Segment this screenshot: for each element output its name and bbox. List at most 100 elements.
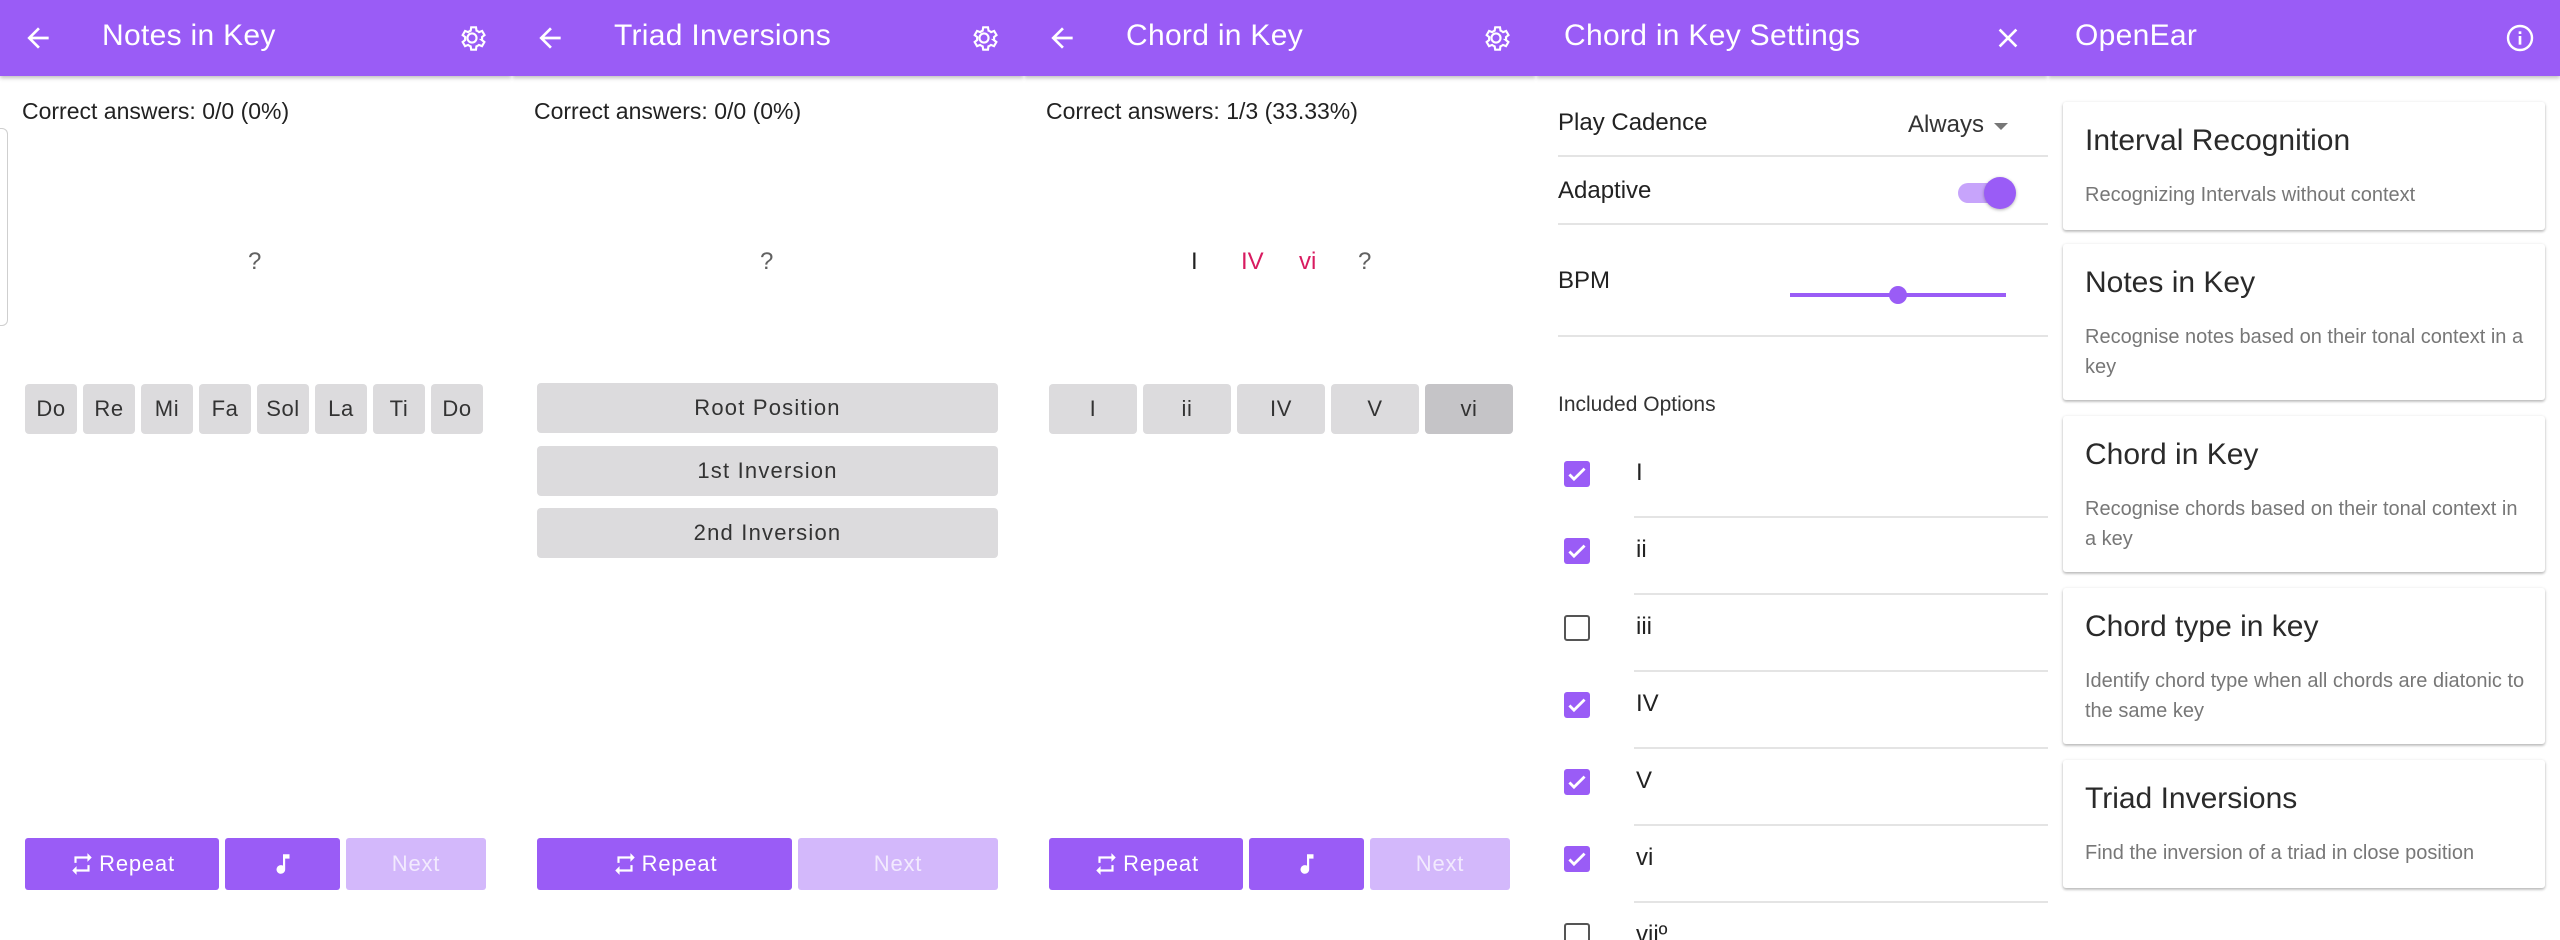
next-button[interactable]: Next [346, 838, 486, 890]
option-ii[interactable]: ii [1143, 384, 1231, 434]
info-button[interactable] [2500, 18, 2540, 58]
exercise-card[interactable]: Triad Inversions Find the inversion of a… [2063, 760, 2545, 888]
toolbar: Chord in Key Settings [1536, 0, 2048, 76]
option-1st-inversion[interactable]: 1st Inversion [537, 446, 998, 496]
next-button[interactable]: Next [1370, 838, 1510, 890]
included-option-row[interactable]: I [1536, 443, 2048, 519]
close-icon [1998, 28, 2018, 48]
included-option-label: viiº [1636, 921, 1668, 940]
gear-icon [973, 26, 998, 51]
score-text: Correct answers: 0/0 (0%) [22, 98, 290, 124]
exercise-description: Recognise notes based on their tonal con… [2085, 326, 2524, 378]
settings-button[interactable] [964, 18, 1004, 58]
triad-inversions-screen: Triad Inversions Correct answers: 0/0 (0… [512, 0, 1024, 940]
divider [1634, 747, 2048, 749]
checkbox-checked[interactable] [1564, 846, 1590, 872]
option-re[interactable]: Re [83, 384, 135, 434]
drawer-edge[interactable] [0, 128, 8, 326]
checkbox-checked[interactable] [1564, 692, 1590, 718]
option-2nd-inversion[interactable]: 2nd Inversion [537, 508, 998, 558]
checkbox-unchecked[interactable] [1564, 923, 1590, 940]
exercise-card[interactable]: Chord in Key Recognise chords based on t… [2063, 416, 2545, 572]
page-title: Chord in Key [1126, 19, 1304, 52]
action-bar: Repeat Next [25, 838, 486, 890]
back-button[interactable] [1042, 18, 1082, 58]
notes-in-key-screen: Notes in Key Correct answers: 0/0 (0%) ?… [0, 0, 512, 940]
checkmark-icon [1568, 852, 1586, 867]
sequence-item-wrong: IV [1241, 248, 1264, 275]
option-IV[interactable]: IV [1237, 384, 1325, 434]
settings-button[interactable] [452, 18, 492, 58]
play-cadence-row[interactable]: Play Cadence Always [1558, 89, 2048, 157]
included-option-label: vi [1636, 844, 1654, 871]
back-button[interactable] [18, 18, 58, 58]
checkmark-icon [1568, 775, 1586, 790]
exercise-title: Chord in Key [2085, 438, 2259, 471]
option-I[interactable]: I [1049, 384, 1137, 434]
play-note-button[interactable] [1249, 838, 1364, 890]
adaptive-toggle[interactable] [1984, 177, 2016, 209]
repeat-icon [72, 853, 92, 875]
checkmark-icon [1568, 467, 1586, 482]
play-note-button[interactable] [225, 838, 340, 890]
repeat-button[interactable]: Repeat [537, 838, 792, 890]
exercise-description: Recognizing Intervals without context [2085, 184, 2416, 206]
divider [1634, 824, 2048, 826]
included-option-row[interactable]: vi [1536, 828, 2048, 904]
included-option-row[interactable]: ii [1536, 520, 2048, 596]
play-cadence-label: Play Cadence [1558, 109, 1708, 136]
next-button[interactable]: Next [798, 838, 998, 890]
included-option-row[interactable]: V [1536, 751, 2048, 827]
included-option-label: ii [1636, 536, 1647, 563]
close-button[interactable] [1988, 18, 2028, 58]
option-fa[interactable]: Fa [199, 384, 251, 434]
arrow-left-icon [1051, 27, 1073, 49]
gear-icon [461, 26, 486, 51]
exercise-description: Identify chord type when all chords are … [2085, 670, 2525, 722]
option-root-position[interactable]: Root Position [537, 383, 998, 433]
option-do-high[interactable]: Do [431, 384, 483, 434]
info-icon [2506, 24, 2534, 52]
settings-button[interactable] [1476, 18, 1516, 58]
repeat-button[interactable]: Repeat [25, 838, 219, 890]
checkbox-unchecked[interactable] [1564, 615, 1590, 641]
option-vi[interactable]: vi [1425, 384, 1513, 434]
checkbox-checked[interactable] [1564, 461, 1590, 487]
toolbar: Notes in Key [0, 0, 512, 76]
answer-options: I ii IV V vi [1049, 384, 1513, 434]
arrow-left-icon [539, 27, 561, 49]
music-note-icon [1300, 854, 1313, 874]
option-do[interactable]: Do [25, 384, 77, 434]
checkbox-checked[interactable] [1564, 538, 1590, 564]
sequence-item: ? [760, 248, 774, 275]
answer-options: Do Re Mi Fa Sol La Ti Do [25, 384, 483, 434]
back-button[interactable] [530, 18, 570, 58]
toolbar: Triad Inversions [512, 0, 1024, 76]
toolbar: OpenEar [2048, 0, 2560, 76]
repeat-label: Repeat [99, 851, 175, 876]
option-la[interactable]: La [315, 384, 367, 434]
repeat-button[interactable]: Repeat [1049, 838, 1243, 890]
repeat-label: Repeat [1123, 851, 1199, 876]
option-sol[interactable]: Sol [257, 384, 309, 434]
chord-in-key-screen: Chord in Key Correct answers: 1/3 (33.33… [1024, 0, 1536, 940]
action-bar: Repeat Next [537, 838, 998, 890]
exercise-card[interactable]: Chord type in key Identify chord type wh… [2063, 588, 2545, 744]
toolbar: Chord in Key [1024, 0, 1536, 76]
divider [1634, 670, 2048, 672]
page-title: Triad Inversions [614, 19, 832, 52]
included-option-row[interactable]: IV [1536, 674, 2048, 750]
option-ti[interactable]: Ti [373, 384, 425, 434]
page-title: Notes in Key [102, 19, 276, 52]
included-option-row[interactable]: viiº [1536, 905, 2048, 940]
included-option-row[interactable]: iii [1536, 597, 2048, 673]
included-option-label: IV [1636, 690, 1659, 717]
bpm-slider-thumb[interactable] [1889, 286, 1907, 304]
play-cadence-select[interactable]: Always [1908, 111, 1984, 139]
exercise-card[interactable]: Notes in Key Recognise notes based on th… [2063, 244, 2545, 400]
option-V[interactable]: V [1331, 384, 1419, 434]
checkbox-checked[interactable] [1564, 769, 1590, 795]
option-mi[interactable]: Mi [141, 384, 193, 434]
exercise-card[interactable]: Interval Recognition Recognizing Interva… [2063, 102, 2545, 230]
score-text: Correct answers: 0/0 (0%) [534, 98, 802, 124]
